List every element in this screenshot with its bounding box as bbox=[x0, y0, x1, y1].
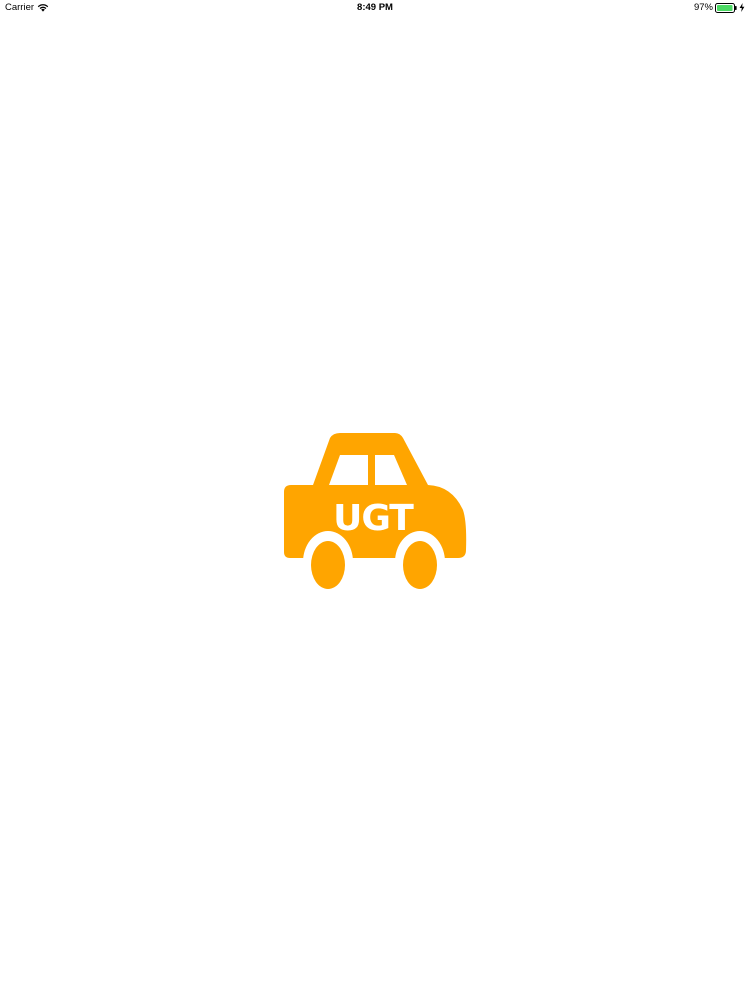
battery-icon bbox=[715, 2, 737, 13]
wheel-right bbox=[403, 541, 437, 589]
status-right: 97% bbox=[694, 2, 745, 13]
splash-logo: UGT bbox=[280, 430, 470, 592]
battery-fill bbox=[717, 4, 733, 11]
car-icon: UGT bbox=[284, 433, 467, 592]
wheel-left bbox=[311, 541, 345, 589]
status-bar: Carrier 8:49 PM 97% bbox=[0, 0, 750, 16]
charging-bolt-icon bbox=[739, 3, 745, 12]
logo-text: UGT bbox=[333, 498, 414, 539]
battery-percent: 97% bbox=[693, 2, 713, 13]
clock-time: 8:49 PM bbox=[357, 2, 393, 13]
